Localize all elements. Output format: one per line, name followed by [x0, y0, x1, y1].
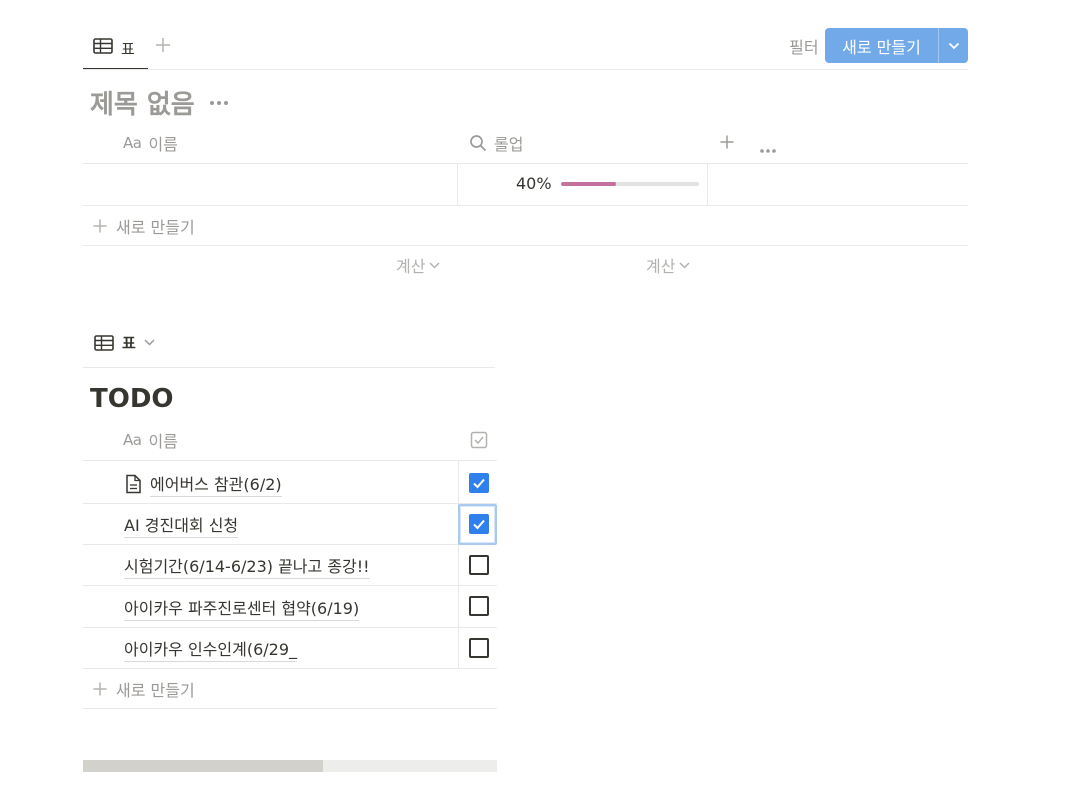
- chevron-down-icon: [144, 339, 155, 346]
- tab-label: 표: [121, 39, 135, 58]
- progress-fill: [560, 181, 616, 186]
- todo-row-title[interactable]: AI 경진대회 신청: [124, 512, 239, 538]
- cell-divider: [457, 164, 458, 205]
- text-type-icon: Aa: [123, 134, 142, 152]
- add-row-button[interactable]: 새로 만들기: [92, 677, 195, 701]
- column-header-name[interactable]: Aa 이름: [123, 428, 178, 452]
- check-icon: [473, 519, 485, 530]
- more-icon[interactable]: [209, 100, 229, 106]
- todo-checkbox-2[interactable]: [469, 514, 489, 534]
- check-icon: [473, 478, 485, 489]
- column-header-name-label: 이름: [148, 432, 178, 451]
- plus-icon: [156, 38, 170, 52]
- calculate-dropdown-rollup[interactable]: 계산: [646, 253, 690, 277]
- todo-row-title[interactable]: 아이카우 파주진로센터 협약(6/19): [124, 595, 360, 621]
- plus-icon: [93, 682, 107, 696]
- table-icon: [94, 334, 114, 351]
- row-divider: [83, 585, 497, 586]
- filter-button[interactable]: 필터: [789, 32, 818, 60]
- scrollbar-thumb[interactable]: [83, 760, 324, 772]
- chevron-down-icon: [948, 42, 959, 49]
- todo-row-1[interactable]: 에어버스 참관(6/2): [124, 471, 282, 497]
- plus-icon: [93, 219, 107, 233]
- todo-row-2[interactable]: AI 경진대회 신청: [124, 512, 239, 538]
- footer-divider: [83, 708, 497, 709]
- view-divider: [83, 367, 495, 368]
- calculate-label: 계산: [646, 257, 676, 276]
- column-header-rollup[interactable]: 롤업: [469, 131, 523, 155]
- calculate-dropdown-name[interactable]: 계산: [396, 253, 440, 277]
- todo-row-title[interactable]: 시험기간(6/14-6/23) 끝나고 종강!!: [124, 553, 370, 579]
- view-label: 표: [122, 334, 136, 352]
- todo-row-title[interactable]: 에어버스 참관(6/2): [150, 471, 282, 497]
- cell-divider: [458, 461, 459, 668]
- todo-row-5[interactable]: 아이카우 인수인계(6/29_: [124, 636, 298, 662]
- plus-icon: [720, 135, 734, 149]
- checkbox-type-icon: [470, 431, 488, 449]
- row-divider: [83, 627, 497, 628]
- todo-row-3[interactable]: 시험기간(6/14-6/23) 끝나고 종강!!: [124, 553, 370, 579]
- todo-db-title[interactable]: TODO: [90, 384, 174, 414]
- todo-checkbox-1[interactable]: [469, 473, 489, 493]
- chevron-down-icon: [429, 261, 440, 269]
- new-button-label[interactable]: 새로 만들기: [825, 28, 938, 63]
- progress-label: 40%: [516, 174, 552, 193]
- row-divider: [83, 503, 497, 504]
- cell-divider: [707, 164, 708, 205]
- add-column-button[interactable]: [719, 134, 735, 154]
- column-more-button[interactable]: [759, 139, 777, 158]
- column-header-name-label: 이름: [148, 135, 178, 154]
- toolbar-divider: [83, 69, 968, 70]
- todo-checkbox-5[interactable]: [469, 638, 489, 658]
- add-row-label: 새로 만들기: [116, 218, 195, 237]
- db-title[interactable]: 제목 없음: [90, 84, 229, 121]
- todo-row-title[interactable]: 아이카우 인수인계(6/29_: [124, 636, 298, 662]
- add-row-label: 새로 만들기: [116, 681, 195, 700]
- new-button-dropdown[interactable]: [939, 28, 968, 63]
- rollup-search-icon: [470, 135, 487, 152]
- add-row-button[interactable]: 새로 만들기: [92, 214, 195, 238]
- horizontal-scrollbar[interactable]: [83, 760, 497, 772]
- column-header-checkbox[interactable]: [470, 431, 488, 453]
- view-switcher[interactable]: 표: [94, 332, 155, 353]
- progress-bar: [560, 181, 699, 186]
- row-divider: [83, 544, 458, 545]
- tab-table-view[interactable]: 표: [83, 28, 148, 70]
- row-divider: [83, 205, 968, 206]
- table-icon: [93, 38, 113, 58]
- todo-row-4[interactable]: 아이카우 파주진로센터 협약(6/19): [124, 595, 360, 621]
- db-title-text[interactable]: 제목 없음: [90, 84, 195, 121]
- chevron-down-icon: [679, 261, 690, 269]
- column-header-rollup-label: 롤업: [494, 135, 524, 154]
- header-divider: [83, 460, 497, 461]
- todo-checkbox-4[interactable]: [469, 596, 489, 616]
- column-header-name[interactable]: Aa 이름: [123, 131, 178, 155]
- todo-checkbox-3[interactable]: [469, 555, 489, 575]
- page-icon: [126, 474, 141, 494]
- add-view-button[interactable]: [152, 32, 174, 58]
- new-button[interactable]: 새로 만들기: [825, 28, 968, 63]
- footer-divider: [83, 245, 968, 246]
- text-type-icon: Aa: [123, 431, 142, 449]
- calculate-label: 계산: [396, 257, 426, 276]
- rollup-progress-cell: 40%: [516, 174, 699, 193]
- more-icon: [760, 149, 776, 153]
- row-divider: [83, 668, 497, 669]
- row-name-cell[interactable]: [83, 164, 457, 205]
